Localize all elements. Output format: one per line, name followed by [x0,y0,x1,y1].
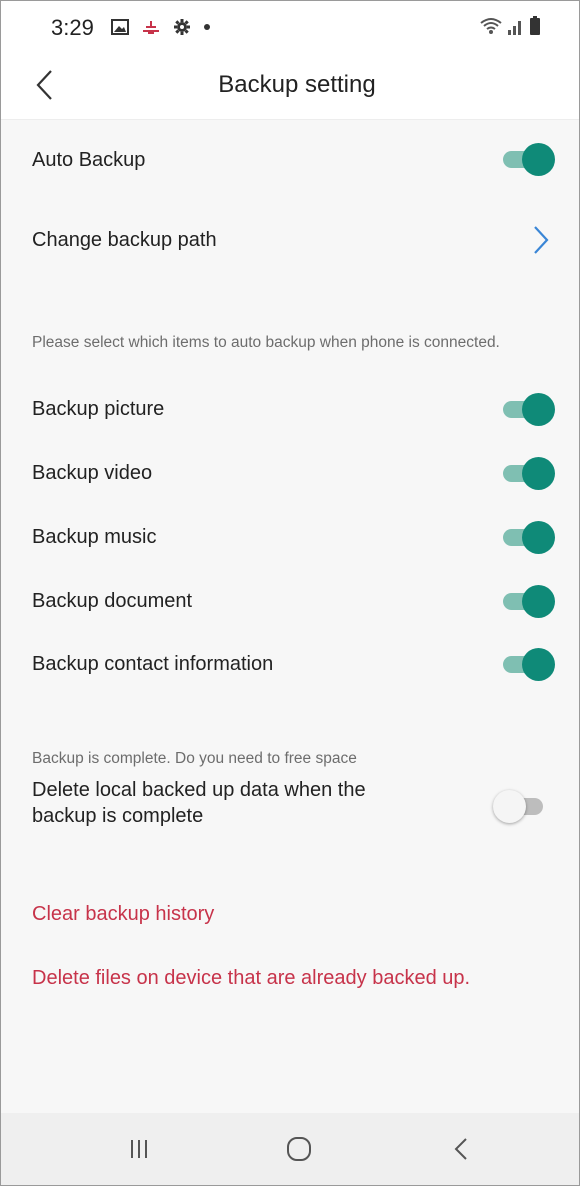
backup-item-row[interactable]: Backup picture [1,392,579,432]
backup-item-toggle[interactable] [501,392,555,426]
delete-local-row[interactable]: Delete local backed up data when the bac… [1,777,579,833]
backup-item-toggle[interactable] [501,456,555,490]
items-hint: Please select which items to auto backup… [32,334,500,351]
phone-screen: 3:29 Backup setting Auto Backup Change b… [0,0,580,1186]
signal-icon [508,21,521,35]
toggle-knob [522,521,555,554]
toggle-knob [522,143,555,176]
change-backup-path-row[interactable]: Change backup path [1,221,579,261]
status-icons-right [479,15,541,37]
app-header: Backup setting [1,53,579,120]
settings-gear-icon [174,19,190,35]
chevron-right-icon [534,226,549,254]
recent-apps-icon [131,1140,147,1158]
nav-back-button[interactable] [441,1131,481,1167]
back-icon [454,1138,467,1160]
battery-icon [530,16,540,35]
delete-backed-up-files-link[interactable]: Delete files on device that are already … [32,967,470,990]
status-icons-left [111,17,211,37]
system-nav-bar [1,1113,579,1185]
toggle-knob [493,790,526,823]
backup-item-toggle[interactable] [501,520,555,554]
backup-item-label: Backup music [32,526,157,548]
backup-item-label: Backup contact information [32,653,274,675]
recent-apps-button[interactable] [119,1131,159,1167]
status-time: 3:29 [51,15,94,40]
backup-item-toggle[interactable] [501,647,555,681]
backup-item-toggle[interactable] [501,584,555,618]
delete-local-toggle[interactable] [493,789,549,823]
wifi-icon [480,18,502,34]
toggle-knob [522,457,555,490]
backup-item-row[interactable]: Backup contact information [1,647,579,687]
status-bar: 3:29 [1,1,579,53]
change-backup-path-label: Change backup path [32,229,217,251]
page-title: Backup setting [218,71,376,98]
toggle-knob [522,585,555,618]
dot-icon [204,24,210,30]
auto-backup-toggle[interactable] [501,142,555,176]
backup-item-label: Backup document [32,590,193,612]
home-button[interactable] [279,1131,319,1167]
backup-item-row[interactable]: Backup document [1,584,579,624]
gallery-icon [111,19,129,35]
notification-icon [143,21,159,34]
toggle-knob [522,648,555,681]
backup-item-label: Backup video [32,462,153,484]
home-icon [287,1137,311,1161]
backup-item-label: Backup picture [32,398,165,420]
clear-backup-history-link[interactable]: Clear backup history [32,903,214,926]
backup-item-row[interactable]: Backup music [1,520,579,560]
auto-backup-label: Auto Backup [32,149,146,171]
auto-backup-row[interactable]: Auto Backup [1,141,579,181]
backup-item-row[interactable]: Backup video [1,456,579,496]
delete-local-label: Delete local backed up data when the bac… [32,779,366,827]
free-space-hint: Backup is complete. Do you need to free … [32,750,357,767]
toggle-knob [522,393,555,426]
